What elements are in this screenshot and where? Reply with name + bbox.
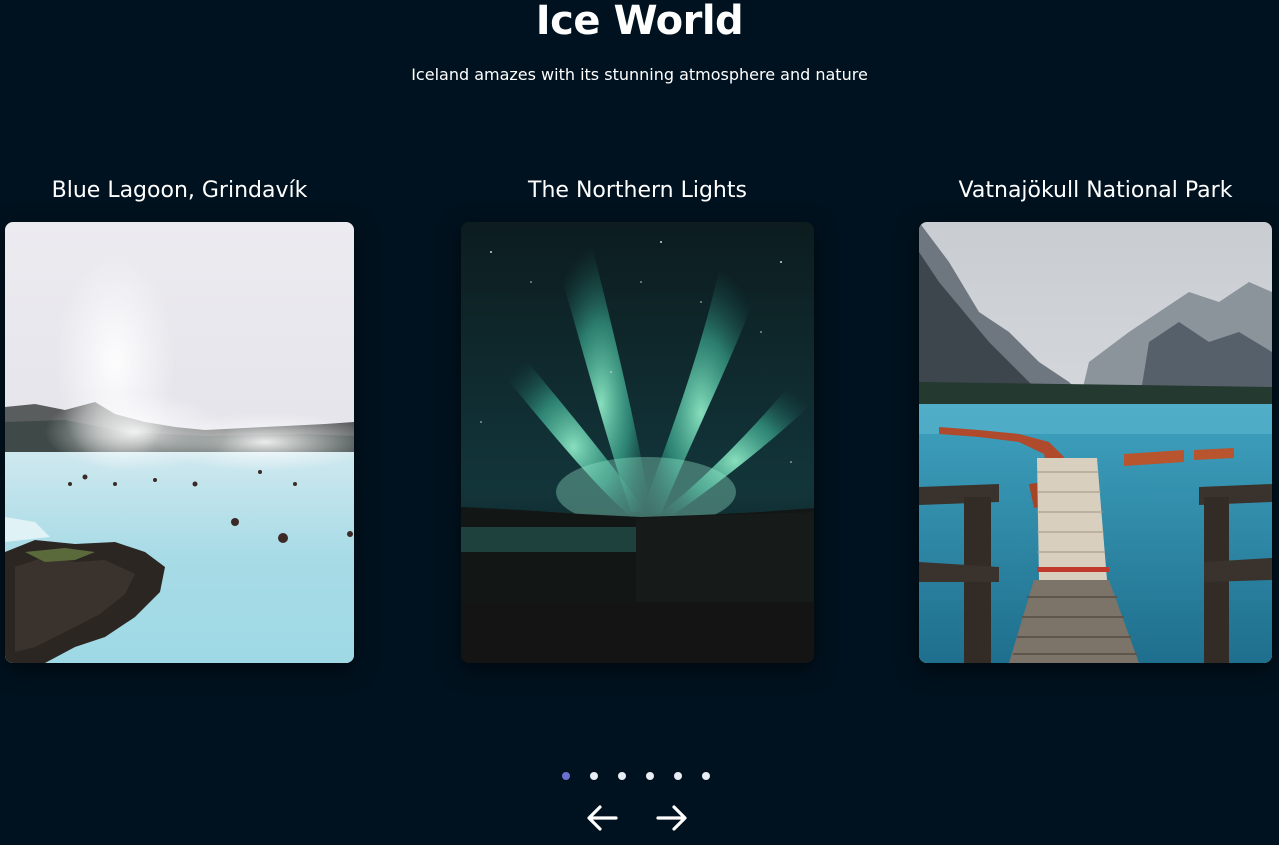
slide-title: Vatnajökull National Park	[958, 178, 1233, 203]
pagination-dot[interactable]	[674, 772, 682, 780]
arrow-left-icon	[587, 805, 618, 831]
blue-lagoon-photo	[5, 222, 354, 663]
arrow-right-icon	[656, 805, 687, 831]
pagination-dot-active[interactable]	[562, 772, 570, 780]
slide-title: Blue Lagoon, Grindavík	[51, 178, 308, 203]
pagination-dots	[562, 772, 710, 782]
northern-lights-photo	[461, 222, 814, 663]
prev-slide-button[interactable]	[585, 800, 619, 836]
pagination-dot[interactable]	[618, 772, 626, 780]
pagination-dot[interactable]	[590, 772, 598, 780]
page-subtitle: Iceland amazes with its stunning atmosph…	[411, 65, 868, 84]
pagination-dot[interactable]	[702, 772, 710, 780]
slide-title: The Northern Lights	[528, 178, 747, 203]
next-slide-button[interactable]	[655, 800, 689, 836]
page: Ice World Iceland amazes with its stunni…	[0, 0, 1279, 845]
lake-pier-photo	[919, 222, 1272, 663]
pagination-dot[interactable]	[646, 772, 654, 780]
page-title: Ice World	[535, 0, 744, 44]
